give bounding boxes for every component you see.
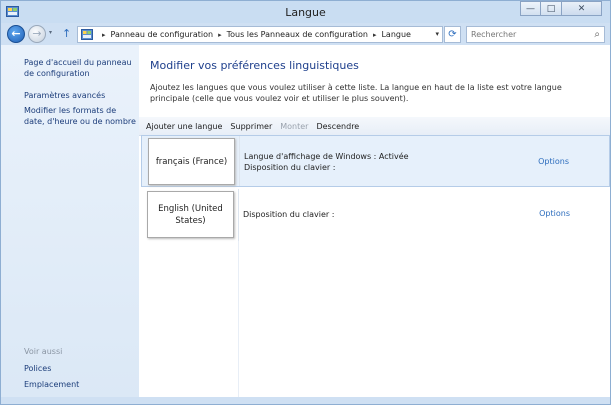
row-divider: [239, 136, 240, 186]
back-arrow-icon: ←: [11, 27, 21, 40]
refresh-icon: ⟳: [448, 29, 457, 40]
breadcrumb-language[interactable]: Langue: [381, 30, 411, 39]
move-down-button[interactable]: Descendre: [316, 122, 359, 131]
address-bar[interactable]: ▸ Panneau de configuration ▸ Tous les Pa…: [77, 26, 443, 43]
search-box[interactable]: ⌕: [466, 26, 605, 43]
sidebar-link-location[interactable]: Emplacement: [24, 379, 136, 390]
keyboard-layout-label: Disposition du clavier :: [244, 163, 336, 172]
title-bar: Langue — □ ✕: [1, 1, 610, 23]
move-up-button[interactable]: Monter: [280, 122, 308, 131]
search-icon[interactable]: ⌕: [594, 29, 600, 40]
breadcrumb: ▸ Panneau de configuration ▸ Tous les Pa…: [97, 30, 411, 39]
language-window: Langue — □ ✕ ← → ▾ ↑ ▸ Panneau de config…: [0, 0, 611, 405]
sidebar-link-control-panel-home[interactable]: Page d'accueil du panneau de configurati…: [24, 57, 136, 79]
minimize-button[interactable]: —: [520, 1, 541, 16]
address-row: ← → ▾ ↑ ▸ Panneau de configuration ▸ Tou…: [1, 23, 610, 45]
breadcrumb-control-panel[interactable]: Panneau de configuration: [111, 30, 214, 39]
window-controls: — □ ✕: [520, 1, 602, 18]
list-column-divider: [238, 241, 239, 397]
control-panel-icon: [81, 29, 93, 40]
chevron-right-icon[interactable]: ▸: [102, 31, 106, 39]
recent-pages-dropdown[interactable]: ▾: [49, 29, 52, 36]
chevron-right-icon[interactable]: ▸: [373, 31, 377, 39]
address-dropdown-icon[interactable]: ▾: [435, 30, 439, 38]
content-area: Page d'accueil du panneau de configurati…: [1, 45, 610, 397]
language-tile: English (United States): [147, 191, 234, 238]
forward-arrow-icon: →: [32, 27, 42, 40]
page-description: Ajoutez les langues que vous voulez util…: [150, 83, 562, 103]
language-tile: français (France): [148, 138, 235, 185]
refresh-button[interactable]: ⟳: [444, 26, 461, 43]
sidebar: Page d'accueil du panneau de configurati…: [1, 45, 139, 397]
language-row-french[interactable]: français (France) Langue d'affichage de …: [141, 135, 610, 187]
options-link-french[interactable]: Options: [538, 157, 569, 166]
window-title: Langue: [285, 6, 326, 19]
breadcrumb-all-control-panel-items[interactable]: Tous les Panneaux de configuration: [227, 30, 368, 39]
row-divider: [238, 189, 239, 241]
add-language-button[interactable]: Ajouter une langue: [146, 122, 222, 131]
close-button[interactable]: ✕: [562, 1, 602, 16]
remove-language-button[interactable]: Supprimer: [230, 122, 272, 131]
language-toolbar: Ajouter une langue Supprimer Monter Desc…: [139, 117, 610, 136]
main-panel: Modifier vos préférences linguistiques A…: [139, 45, 610, 397]
forward-button[interactable]: →: [28, 25, 46, 43]
maximize-button[interactable]: □: [541, 1, 562, 16]
display-language-status: Langue d'affichage de Windows : Activée: [244, 152, 409, 161]
chevron-right-icon[interactable]: ▸: [218, 31, 222, 39]
keyboard-layout-label: Disposition du clavier :: [243, 210, 335, 219]
page-title: Modifier vos préférences linguistiques: [150, 59, 359, 72]
options-link-english[interactable]: Options: [539, 209, 570, 218]
see-also-heading: Voir aussi: [24, 347, 63, 356]
up-arrow-icon[interactable]: ↑: [62, 27, 71, 40]
sidebar-link-date-formats[interactable]: Modifier les formats de date, d'heure ou…: [24, 105, 136, 127]
language-row-english[interactable]: English (United States) Disposition du c…: [141, 189, 610, 241]
back-button[interactable]: ←: [7, 25, 25, 43]
sidebar-link-advanced-settings[interactable]: Paramètres avancés: [24, 90, 136, 101]
sidebar-link-fonts[interactable]: Polices: [24, 363, 136, 374]
search-input[interactable]: [471, 29, 581, 40]
